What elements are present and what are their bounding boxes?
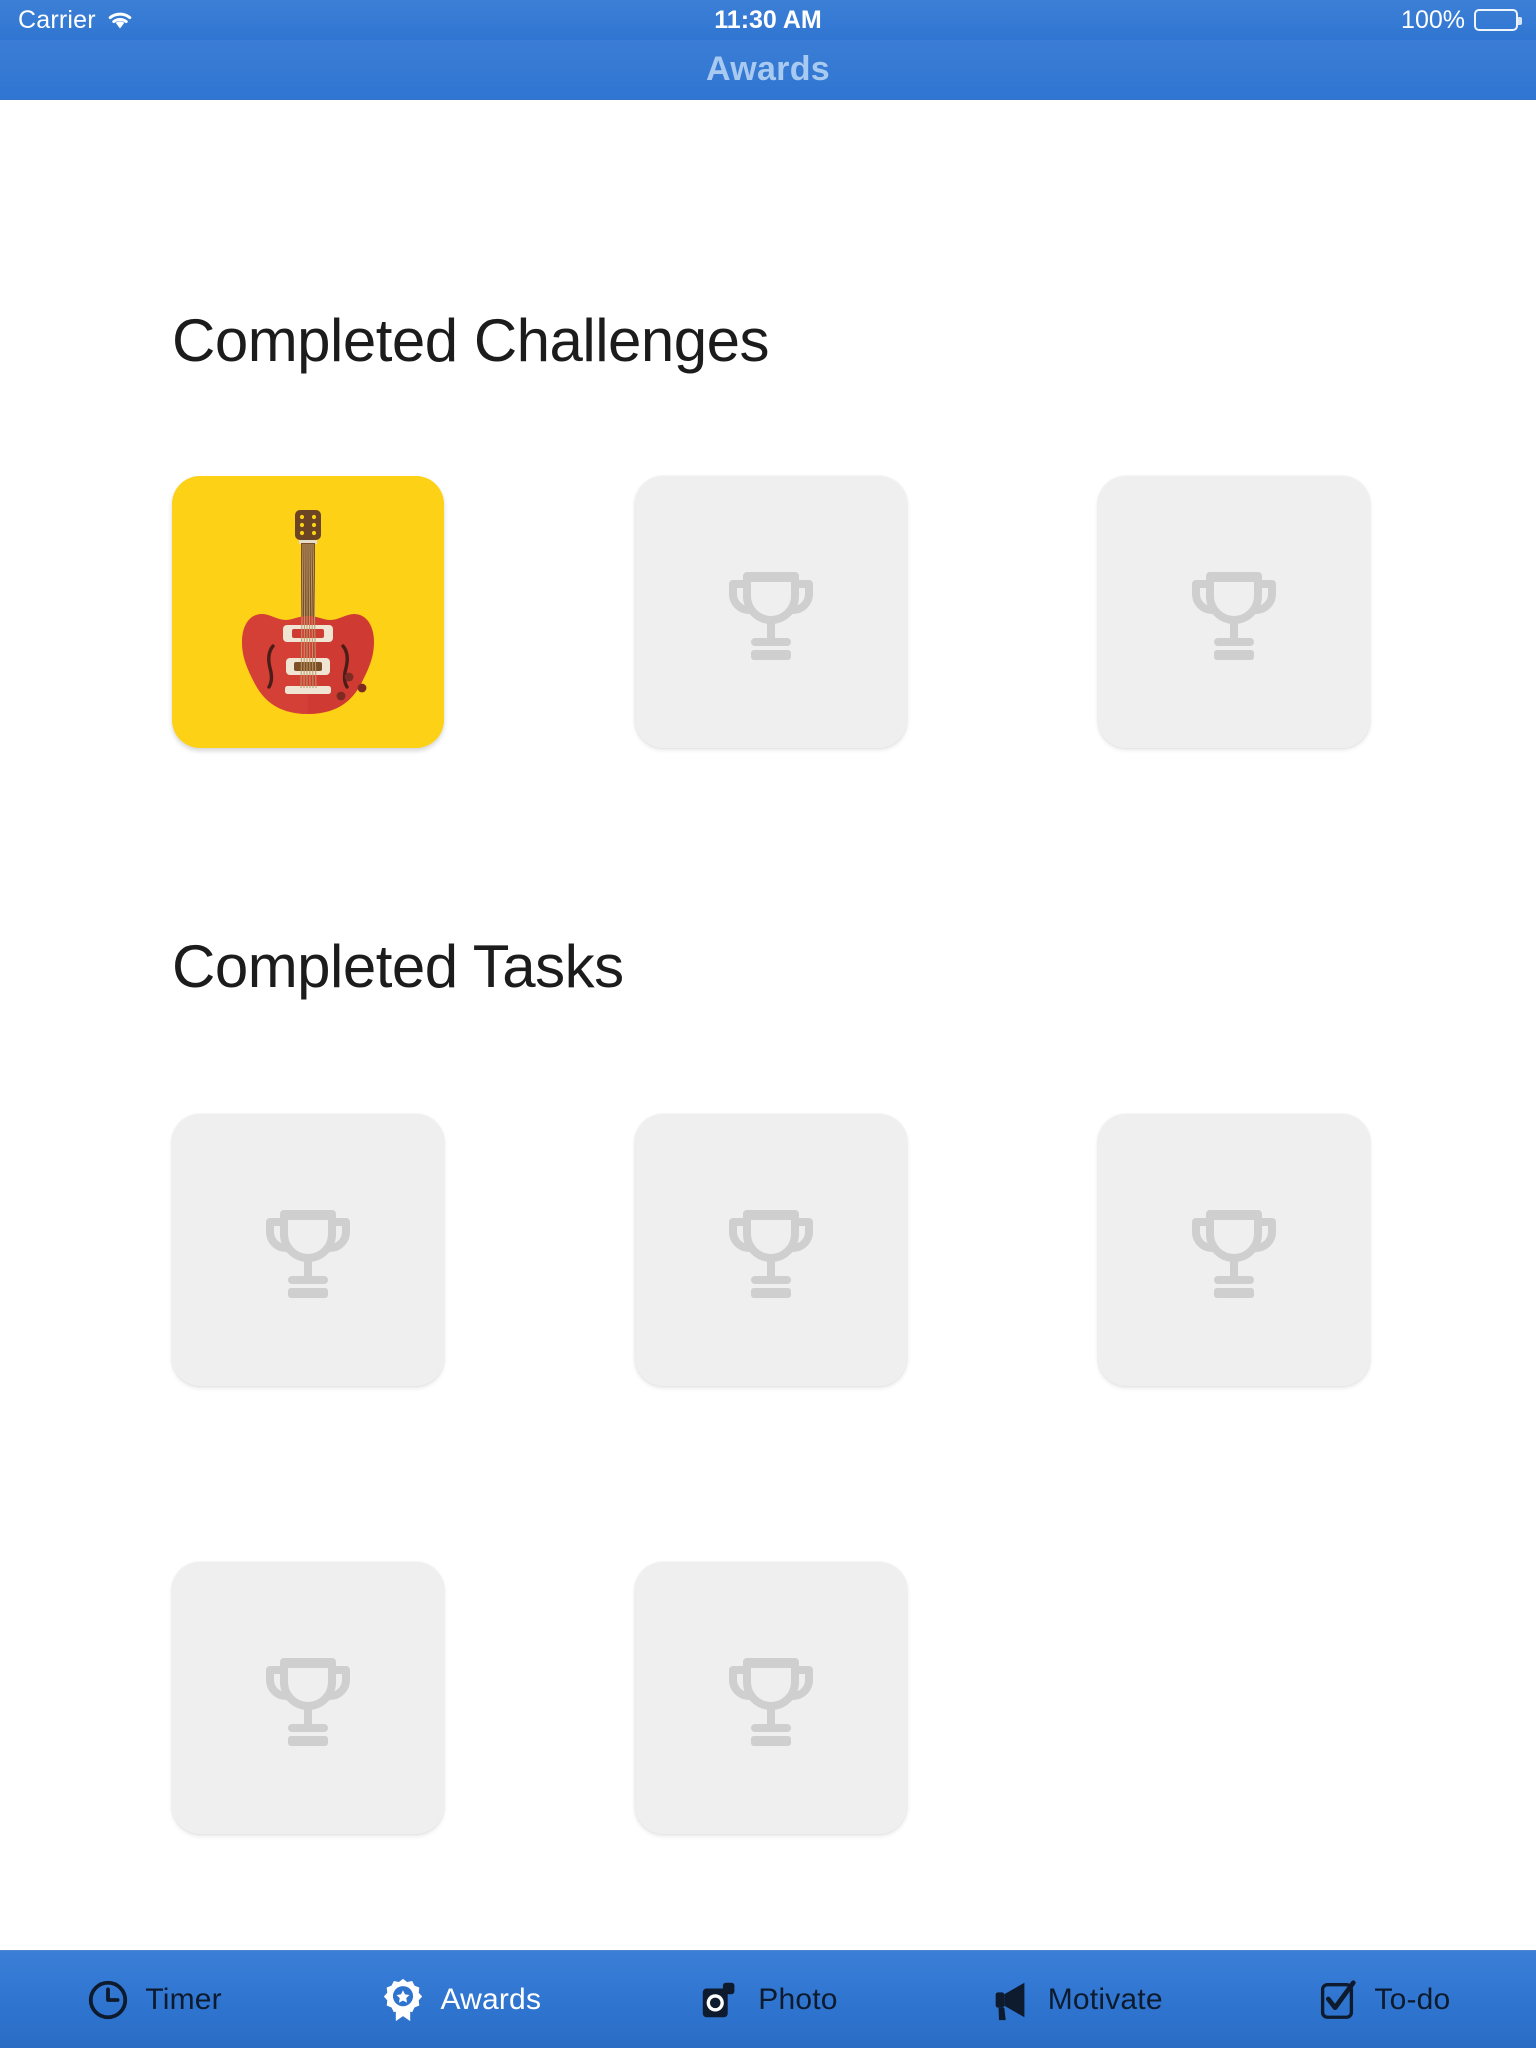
tab-awards[interactable]: Awards <box>307 1951 614 2048</box>
trophy-icon <box>1192 1210 1276 1298</box>
wifi-icon <box>108 12 132 29</box>
award-badge-icon <box>384 1978 423 2021</box>
tab-timer[interactable]: Timer <box>0 1951 307 2048</box>
award-tile-empty[interactable] <box>1098 476 1370 748</box>
tab-label-timer: Timer <box>145 1982 222 2016</box>
trophy-icon <box>729 1658 813 1746</box>
status-bar-left: Carrier <box>18 6 134 35</box>
section-title-completed-challenges: Completed Challenges <box>172 307 770 374</box>
carrier-label: Carrier <box>18 5 96 34</box>
navigation-bar: Awards <box>0 40 1536 100</box>
tab-motivate[interactable]: Motivate <box>922 1951 1229 2048</box>
tab-label-motivate: Motivate <box>1047 1982 1163 2016</box>
award-tile-empty[interactable] <box>172 1114 444 1386</box>
trophy-icon <box>729 572 813 660</box>
checkbox-icon <box>1321 1979 1357 2019</box>
battery-full-icon <box>1474 9 1522 31</box>
guitar-icon <box>242 510 374 714</box>
challenges-row-1 <box>172 476 1372 748</box>
status-bar-clock: 11:30 AM <box>714 5 822 34</box>
status-bar-right: 100% <box>1401 5 1522 35</box>
award-tile-empty[interactable] <box>172 1562 444 1834</box>
trophy-icon <box>729 1210 813 1298</box>
trophy-icon <box>1192 572 1276 660</box>
battery-percent-label: 100% <box>1401 5 1465 34</box>
tab-label-photo: Photo <box>758 1982 838 2016</box>
trophy-icon <box>266 1658 350 1746</box>
challenges-grid <box>172 476 1372 748</box>
tab-label-todo: To-do <box>1374 1982 1451 2016</box>
megaphone-icon <box>995 1982 1025 2020</box>
clock-icon <box>89 1980 128 2019</box>
tab-label-awards: Awards <box>440 1982 542 2016</box>
tasks-row-2 <box>172 1562 1372 1834</box>
tab-todo[interactable]: To-do <box>1229 1951 1536 2048</box>
camera-icon <box>703 1982 735 2017</box>
page-title: Awards <box>705 50 830 88</box>
content-area: Completed Challenges Completed Tasks <box>0 101 1536 1950</box>
tab-bar: Timer Awards Photo Motivate To-do <box>0 1950 1536 2048</box>
tasks-row-1 <box>172 1114 1372 1386</box>
tasks-grid <box>172 1114 1372 1834</box>
tab-photo[interactable]: Photo <box>614 1951 921 2048</box>
award-tile-empty[interactable] <box>635 1114 907 1386</box>
award-tile-guitar[interactable] <box>172 476 444 748</box>
status-bar: Carrier 11:30 AM 100% <box>0 0 1536 40</box>
award-tile-empty[interactable] <box>635 476 907 748</box>
award-tile-empty[interactable] <box>635 1562 907 1834</box>
awards-screen: Carrier 11:30 AM 100% Awards Completed C… <box>0 0 1536 2048</box>
award-tile-empty[interactable] <box>1098 1114 1370 1386</box>
section-title-completed-tasks: Completed Tasks <box>172 933 624 1000</box>
trophy-icon <box>266 1210 350 1298</box>
